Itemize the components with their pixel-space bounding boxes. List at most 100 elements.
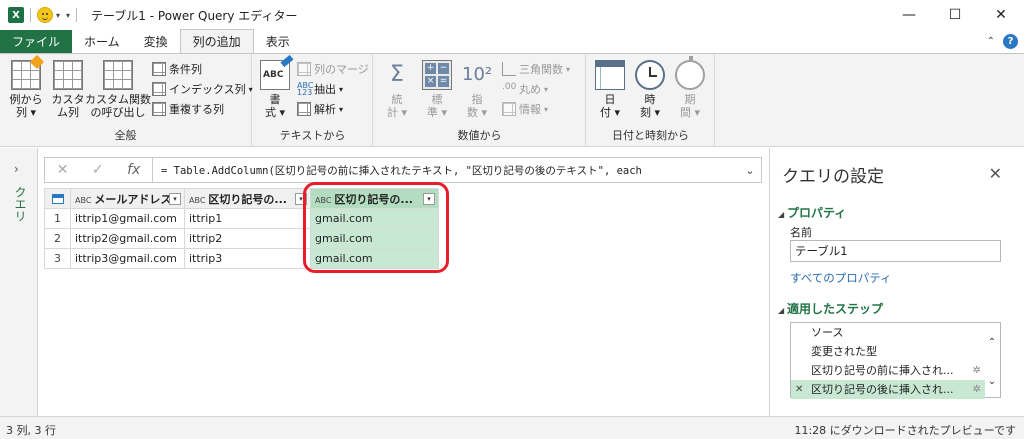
standard-button[interactable]: + − × = 標 準 ▾ <box>422 60 452 119</box>
status-bar: 3 列, 3 行 11:28 にダウンロードされたプレビューです <box>0 416 1024 439</box>
column-header-email[interactable]: ABC メールアドレス ▾ <box>70 188 185 209</box>
index-column-button[interactable]: インデックス列 ▾ <box>152 80 253 98</box>
date-label: 日 付 ▾ <box>599 93 621 119</box>
formula-input[interactable]: = Table.AddColumn(区切り記号の前に挿入されたテキスト, "区切… <box>153 163 739 178</box>
tab-add-column[interactable]: 列の追加 <box>179 29 254 53</box>
chevron-down-icon: ▾ <box>339 84 344 94</box>
step-item[interactable]: 区切り記号の前に挿入され... ✲ <box>791 361 985 380</box>
format-label: 書 式 ▾ <box>264 93 286 119</box>
confirm-icon[interactable]: ✓ <box>92 162 104 178</box>
chevron-down-icon: ▾ <box>544 104 549 114</box>
format-button[interactable]: 書 式 ▾ <box>259 60 291 119</box>
row-number: 1 <box>44 208 71 229</box>
duration-button[interactable]: 期 間 ▾ <box>675 56 705 119</box>
ribbon-tabs: ファイル ホーム 変換 列の追加 表示 ⌃ ? <box>0 29 1024 53</box>
step-item-selected[interactable]: ✕ 区切り記号の後に挿入され... ✲ <box>791 380 985 399</box>
tab-view[interactable]: 表示 <box>254 30 302 53</box>
merge-columns-button[interactable]: 列のマージ <box>297 60 369 78</box>
tab-home[interactable]: ホーム <box>72 30 132 53</box>
table-icon <box>51 194 64 204</box>
chevron-down-icon[interactable]: ▾ <box>56 11 60 20</box>
query-name-input[interactable]: テーブル1 <box>790 240 1001 262</box>
group-general: 例から 列 ▾ カスタ ム列 カスタム関数 の呼び出し 条件列 インデックス列 … <box>0 54 253 147</box>
duplicate-column-button[interactable]: 重複する列 <box>152 100 224 118</box>
close-icon[interactable]: ✕ <box>989 164 1002 183</box>
custom-column-label: カスタ ム列 <box>51 93 85 119</box>
step-label: 区切り記号の後に挿入され... <box>811 383 954 396</box>
queries-label[interactable]: クエリ <box>12 186 29 222</box>
gear-icon[interactable]: ✲ <box>973 380 981 399</box>
expand-formula-chevron-icon[interactable]: ⌄ <box>739 164 761 177</box>
date-button[interactable]: 日 付 ▾ <box>595 60 625 119</box>
duplicate-column-icon <box>152 102 166 116</box>
chevron-up-icon[interactable]: ⌃ <box>987 36 995 47</box>
step-label: ソース <box>811 326 844 339</box>
group-number: Σ 統 計 ▾ + − × = 標 準 ▾ 10² 指 数 ▾ 三角関数 ▾ .00… <box>374 54 586 147</box>
help-icon[interactable]: ? <box>1003 34 1018 49</box>
statistics-button[interactable]: Σ 統 計 ▾ <box>382 60 412 119</box>
table-cell[interactable]: gmail.com <box>310 208 439 229</box>
quick-access-customize-icon[interactable]: ▾ <box>66 11 70 20</box>
tab-file[interactable]: ファイル <box>0 30 73 53</box>
table-cell[interactable]: gmail.com <box>310 228 439 249</box>
column-from-examples-button[interactable]: 例から 列 ▾ <box>8 60 44 119</box>
table-menu-button[interactable] <box>44 188 71 209</box>
status-preview-time: 11:28 にダウンロードされたプレビューです <box>794 424 1016 437</box>
information-button[interactable]: 情報 ▾ <box>502 100 548 118</box>
step-item[interactable]: 変更された型 <box>791 342 985 361</box>
minimize-button[interactable]: — <box>886 0 932 30</box>
properties-header[interactable]: プロパティ <box>778 204 846 221</box>
scientific-icon: 10² <box>462 64 493 85</box>
delete-step-icon[interactable]: ✕ <box>795 380 803 399</box>
table-cell[interactable]: ittrip1 <box>184 208 311 229</box>
conditional-column-button[interactable]: 条件列 <box>152 60 202 78</box>
gear-icon[interactable]: ✲ <box>973 361 981 380</box>
table-cell[interactable]: ittrip2 <box>184 228 311 249</box>
fx-icon[interactable]: fx <box>127 162 140 178</box>
step-item[interactable]: ソース <box>791 323 985 342</box>
text-type-icon[interactable]: ABC <box>315 196 331 205</box>
filter-dropdown-icon[interactable]: ▾ <box>295 193 307 205</box>
applied-steps-list: ソース 変更された型 区切り記号の前に挿入され... ✲ ✕ 区切り記号の後に挿入さ… <box>790 322 1001 399</box>
text-type-icon[interactable]: ABC <box>189 196 205 205</box>
maximize-button[interactable]: ☐ <box>932 0 978 30</box>
scroll-down-icon[interactable]: ⌄ <box>988 376 996 387</box>
query-settings-title: クエリの設定 <box>782 167 884 187</box>
standard-calc-icon: + − × = <box>422 60 452 90</box>
expand-chevron-icon[interactable]: › <box>14 162 19 176</box>
duplicate-column-label: 重複する列 <box>169 103 224 116</box>
filter-dropdown-icon[interactable]: ▾ <box>423 193 435 205</box>
tab-transform[interactable]: 変換 <box>132 30 180 53</box>
trigonometry-icon <box>502 62 516 76</box>
cancel-icon[interactable]: ✕ <box>57 162 69 178</box>
column-from-examples-icon <box>11 60 41 90</box>
ribbon: 例から 列 ▾ カスタ ム列 カスタム関数 の呼び出し 条件列 インデックス列 … <box>0 53 1024 147</box>
table-cell[interactable]: gmail.com <box>310 248 439 269</box>
smiley-feedback-icon[interactable] <box>37 7 53 23</box>
group-label-general: 全般 <box>114 129 137 142</box>
applied-steps-header[interactable]: 適用したステップ <box>778 300 883 317</box>
table-cell[interactable]: ittrip3@gmail.com <box>70 248 185 269</box>
trigonometry-button[interactable]: 三角関数 ▾ <box>502 60 570 78</box>
parse-button[interactable]: 解析 ▾ <box>297 100 343 118</box>
merge-columns-icon <box>297 62 311 76</box>
rounding-button[interactable]: .00 丸め ▾ <box>502 80 548 98</box>
custom-column-button[interactable]: カスタ ム列 <box>50 60 86 119</box>
invoke-custom-function-button[interactable]: カスタム関数 の呼び出し <box>85 60 151 119</box>
table-cell[interactable]: ittrip1@gmail.com <box>70 208 185 229</box>
filter-dropdown-icon[interactable]: ▾ <box>169 193 181 205</box>
scroll-up-icon[interactable]: ⌃ <box>988 337 996 348</box>
scientific-button[interactable]: 10² 指 数 ▾ <box>462 60 492 119</box>
close-button[interactable]: ✕ <box>978 0 1024 30</box>
column-header-before-delimiter[interactable]: ABC 区切り記号の... ▾ <box>184 188 311 209</box>
steps-scrollbar[interactable]: ⌃ ⌄ <box>984 323 1000 397</box>
extract-button[interactable]: ABC 123 抽出 ▾ <box>297 80 343 98</box>
table-cell[interactable]: ittrip2@gmail.com <box>70 228 185 249</box>
rounding-icon: .00 <box>502 82 517 92</box>
query-settings-pane: クエリの設定 ✕ プロパティ 名前 テーブル1 すべてのプロパティ 適用したステ… <box>769 148 1024 416</box>
table-cell[interactable]: ittrip3 <box>184 248 311 269</box>
time-button[interactable]: 時 刻 ▾ <box>635 60 665 119</box>
all-properties-link[interactable]: すべてのプロパティ <box>790 270 892 286</box>
column-header-after-delimiter[interactable]: ABC 区切り記号の... ▾ <box>310 188 439 209</box>
text-type-icon[interactable]: ABC <box>75 196 91 205</box>
